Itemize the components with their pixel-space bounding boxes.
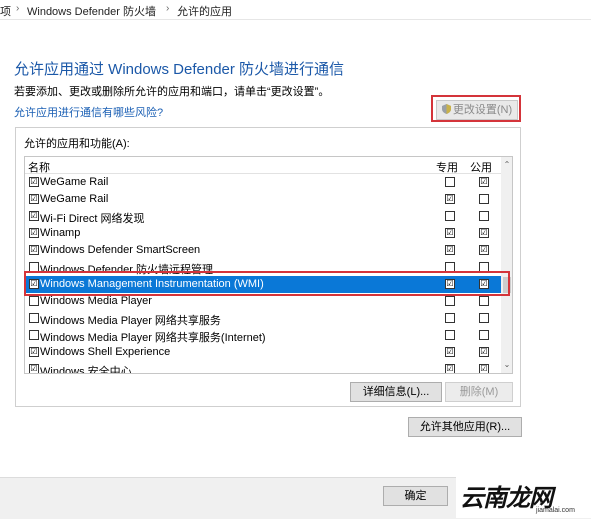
risk-link[interactable]: 允许应用进行通信有哪些风险? (14, 104, 163, 120)
list-header: 名称 专用 公用 (25, 157, 501, 174)
app-name: Windows Defender SmartScreen (40, 244, 201, 256)
public-checkbox[interactable] (479, 296, 489, 306)
breadcrumb-item-allowed-apps: 允许的应用 (177, 6, 232, 18)
enable-checkbox[interactable] (29, 313, 39, 323)
list-item[interactable]: ☑ Windows Shell Experience ☑ ☑ (25, 344, 501, 361)
app-name: Windows Shell Experience (40, 346, 171, 358)
public-checkbox[interactable]: ☑ (479, 177, 489, 187)
private-checkbox[interactable] (445, 296, 455, 306)
details-button[interactable]: 详细信息(L)... (350, 382, 442, 402)
app-name: Winamp (40, 227, 81, 239)
enable-checkbox[interactable] (29, 330, 39, 340)
app-name: Windows Media Player 网络共享服务(Internet) (40, 332, 266, 344)
private-checkbox[interactable]: ☑ (445, 228, 455, 238)
private-checkbox[interactable]: ☑ (445, 194, 455, 204)
watermark-url: jiamalai.com (536, 507, 575, 514)
private-checkbox[interactable] (445, 313, 455, 323)
public-checkbox[interactable] (479, 313, 489, 323)
enable-checkbox[interactable]: ☑ (29, 245, 39, 255)
app-name: WeGame Rail (40, 176, 109, 188)
app-name: Windows Media Player (40, 295, 152, 307)
enable-checkbox[interactable] (29, 296, 39, 306)
private-checkbox[interactable]: ☑ (445, 364, 455, 373)
allow-other-app-button[interactable]: 允许其他应用(R)... (408, 417, 522, 437)
app-name: Windows 安全中心 (40, 366, 132, 374)
public-checkbox[interactable] (479, 194, 489, 204)
private-checkbox[interactable] (445, 211, 455, 221)
column-header-name[interactable]: 名称 (28, 159, 50, 175)
scroll-down-icon[interactable]: ⌄ (501, 359, 512, 371)
enable-checkbox[interactable]: ☑ (29, 194, 39, 204)
enable-checkbox[interactable]: ☑ (29, 347, 39, 357)
public-checkbox[interactable]: ☑ (479, 245, 489, 255)
enable-checkbox[interactable]: ☑ (29, 211, 39, 221)
group-label: 允许的应用和功能(A): (24, 138, 130, 150)
list-item[interactable]: ☑ Windows Defender SmartScreen ☑ ☑ (25, 242, 501, 259)
list-item[interactable]: ☑ Wi-Fi Direct 网络发现 (25, 208, 501, 225)
public-checkbox[interactable]: ☑ (479, 347, 489, 357)
list-item[interactable]: ☑ Windows 安全中心 ☑ ☑ (25, 361, 501, 374)
list-item[interactable]: ☑ Winamp ☑ ☑ (25, 225, 501, 242)
column-header-public[interactable]: 公用 (470, 159, 492, 175)
apps-list: 名称 专用 公用 ☑ WeGame Rail ☑ ☑ WeGame Rail ☑ ☑ Wi-F… (24, 156, 513, 374)
page-title: 允许应用通过 Windows Defender 防火墙进行通信 (14, 61, 345, 78)
chevron-right-icon: › (16, 3, 20, 14)
public-checkbox[interactable] (479, 211, 489, 221)
highlight-box (431, 95, 521, 122)
list-item[interactable]: Windows Media Player 网络共享服务(Internet) (25, 327, 501, 344)
private-checkbox[interactable]: ☑ (445, 347, 455, 357)
remove-button[interactable]: 删除(M) (445, 382, 513, 402)
list-item[interactable]: Windows Media Player 网络共享服务 (25, 310, 501, 327)
public-checkbox[interactable]: ☑ (479, 228, 489, 238)
page-subtitle: 若要添加、更改或删除所允许的应用和端口，请单击“更改设置”。 (14, 86, 330, 98)
list-scrollbar[interactable]: ⌃ ⌄ (501, 157, 512, 373)
private-checkbox[interactable] (445, 177, 455, 187)
ok-button[interactable]: 确定 (383, 486, 448, 506)
enable-checkbox[interactable]: ☑ (29, 364, 39, 373)
app-name: Wi-Fi Direct 网络发现 (40, 213, 145, 225)
private-checkbox[interactable]: ☑ (445, 245, 455, 255)
list-item[interactable]: ☑ WeGame Rail ☑ (25, 174, 501, 191)
public-checkbox[interactable]: ☑ (479, 364, 489, 373)
breadcrumb-item-firewall[interactable]: Windows Defender 防火墙 (27, 3, 156, 19)
app-name: Windows Media Player 网络共享服务 (40, 315, 221, 327)
column-header-private[interactable]: 专用 (436, 159, 458, 175)
enable-checkbox[interactable]: ☑ (29, 228, 39, 238)
enable-checkbox[interactable]: ☑ (29, 177, 39, 187)
scroll-up-icon[interactable]: ⌃ (501, 159, 512, 171)
highlight-box (24, 271, 510, 296)
chevron-right-icon: › (166, 3, 170, 14)
breadcrumb-item-home[interactable]: 项 (0, 3, 11, 19)
private-checkbox[interactable] (445, 330, 455, 340)
public-checkbox[interactable] (479, 330, 489, 340)
app-name: WeGame Rail (40, 193, 109, 205)
list-item[interactable]: ☑ WeGame Rail ☑ (25, 191, 501, 208)
